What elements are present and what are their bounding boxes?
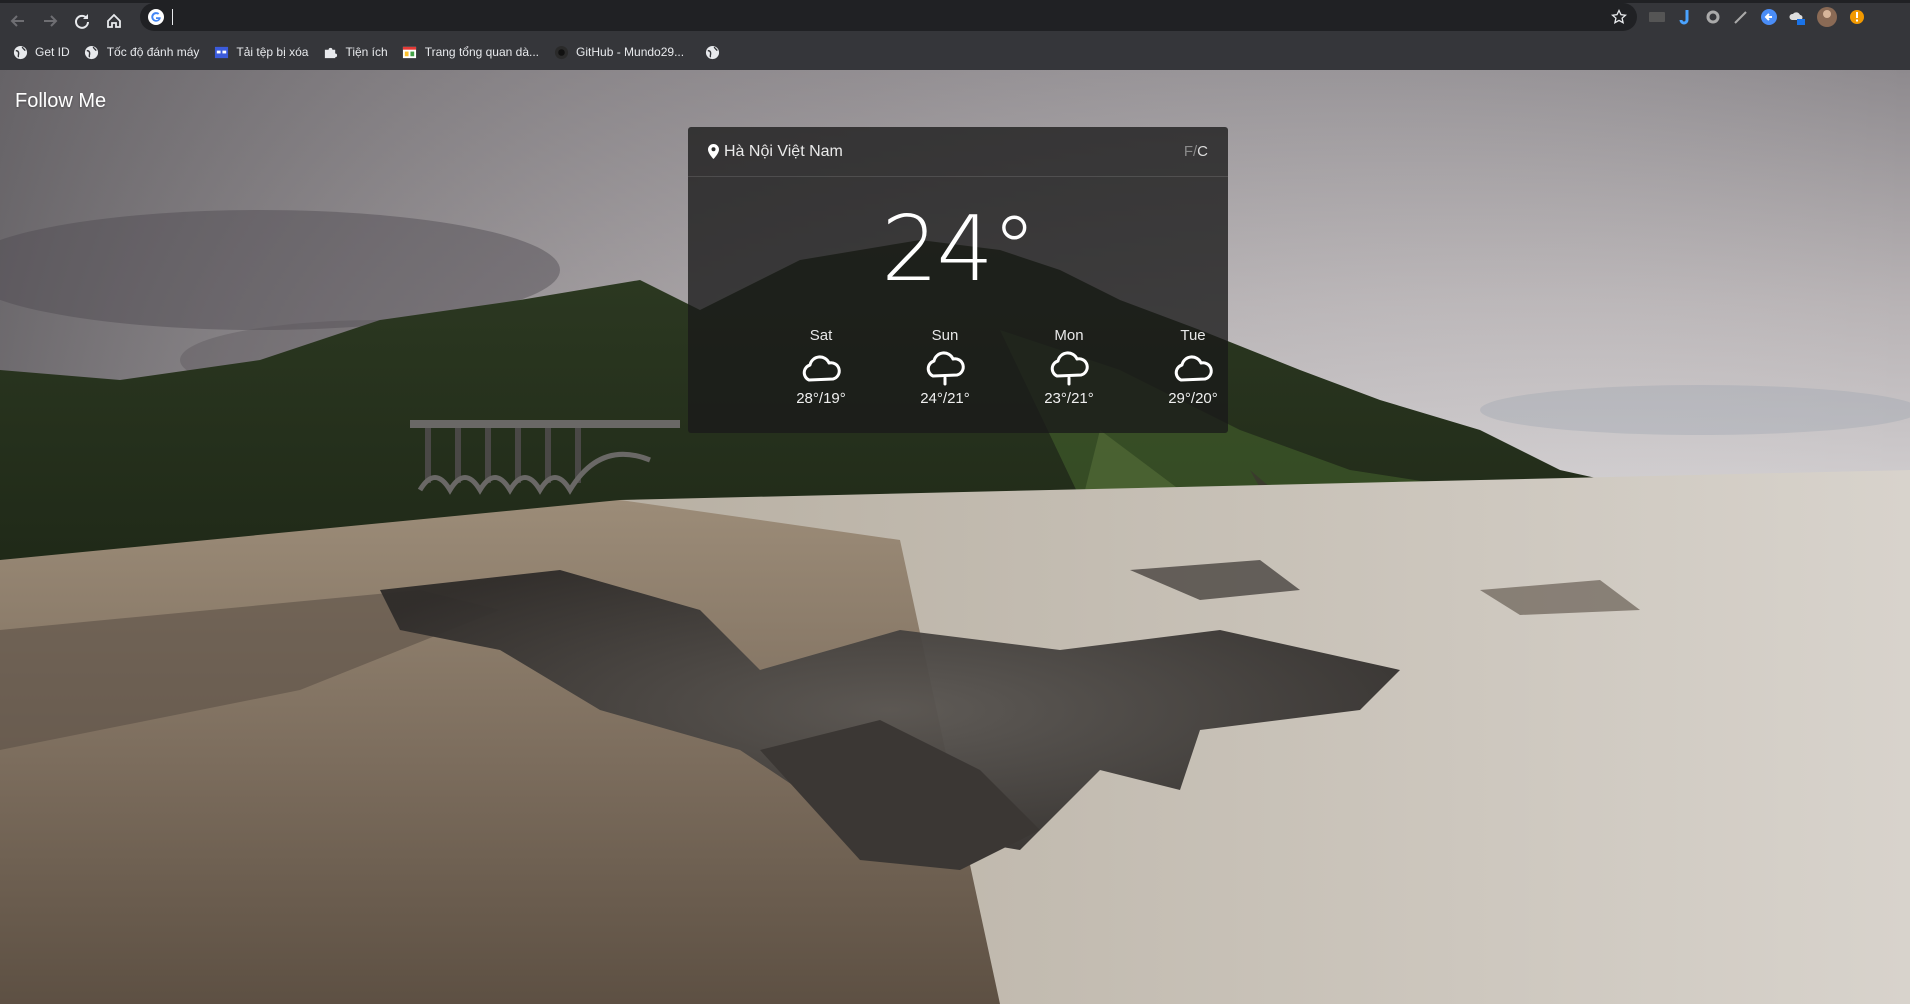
bookmark-trang-tong-quan[interactable]: Trang tổng quan dà... <box>402 44 539 60</box>
unit-toggle[interactable]: F/C <box>1184 143 1208 160</box>
rain-cloud-icon <box>1050 351 1089 386</box>
bookmark-get-id[interactable]: Get ID <box>12 44 70 60</box>
arrow-right-icon <box>44 14 58 27</box>
globe-icon <box>84 44 100 60</box>
location-label: Hà Nội Việt Nam <box>724 142 843 160</box>
update-badge-icon[interactable] <box>1848 8 1866 26</box>
unit-f[interactable]: F <box>1184 143 1193 160</box>
forecast-day-name: Sun <box>931 327 959 344</box>
reload-button[interactable] <box>68 7 96 35</box>
browser-chrome: Get ID Tốc độ đánh máy Tải tệp bị xóa Ti… <box>0 0 1910 70</box>
address-bar[interactable] <box>140 3 1637 31</box>
follow-me-link[interactable]: Follow Me <box>15 90 106 113</box>
cloud-extension-icon[interactable] <box>1788 8 1806 26</box>
bookmark-tien-ich[interactable]: Tiện ích <box>322 44 388 60</box>
forecast-temp-range: 28°/19° <box>796 390 846 407</box>
bookmark-toc-do-danh-may[interactable]: Tốc độ đánh máy <box>84 44 199 60</box>
text-cursor <box>172 9 173 25</box>
window-icon <box>213 44 229 60</box>
github-icon <box>553 44 569 60</box>
forward-button[interactable] <box>36 7 64 35</box>
forecast-day: Sat 28°/19° <box>771 327 871 407</box>
j-extension-icon[interactable] <box>1676 8 1694 26</box>
reload-icon <box>75 13 89 29</box>
forecast-day: Mon 23°/21° <box>1019 327 1119 407</box>
map-pin-icon <box>708 144 719 159</box>
srx-extension-icon[interactable] <box>1648 8 1666 26</box>
bookmarks-bar: Get ID Tốc độ đánh máy Tải tệp bị xóa Ti… <box>0 40 1910 64</box>
dashboard-icon <box>402 44 418 60</box>
bookmark-globe[interactable] <box>704 44 727 60</box>
wand-extension-icon[interactable] <box>1732 8 1750 26</box>
cloud-icon <box>802 355 841 382</box>
forecast-day: Sun 24°/21° <box>895 327 995 407</box>
home-icon <box>107 13 121 28</box>
back-button[interactable] <box>4 7 32 35</box>
bookmark-star-icon[interactable] <box>1611 9 1627 25</box>
forecast-day-name: Sat <box>809 327 833 344</box>
forecast-temp-range: 23°/21° <box>1044 390 1094 407</box>
extensions-area <box>1648 7 1866 27</box>
forecast-temp-range: 24°/21° <box>920 390 970 407</box>
cloud-icon <box>1174 355 1213 382</box>
arrow-extension-icon[interactable] <box>1760 8 1778 26</box>
globe-icon <box>12 44 28 60</box>
forecast-list: Sat 28°/19° Sun 24°/21° Mon 23°/21° Tue … <box>688 327 1228 427</box>
forecast-temp-range: 29°/20° <box>1168 390 1218 407</box>
bookmark-tai-tep-bi-xoa[interactable]: Tải tệp bị xóa <box>213 44 308 60</box>
forecast-day: Tue 29°/20° <box>1143 327 1243 407</box>
weather-widget: Hà Nội Việt Nam F/C 24° Sat 28°/19° Sun … <box>688 127 1228 433</box>
globe-icon <box>704 44 720 60</box>
arrow-left-icon <box>10 14 24 27</box>
rain-cloud-icon <box>926 351 965 386</box>
profile-avatar-icon[interactable] <box>1816 7 1838 27</box>
google-icon <box>148 9 164 25</box>
puzzle-icon <box>322 44 338 60</box>
bookmark-github[interactable]: GitHub - Mundo29... <box>553 44 684 60</box>
forecast-day-name: Tue <box>1180 327 1206 344</box>
home-button[interactable] <box>100 7 128 35</box>
unit-c[interactable]: C <box>1197 143 1208 160</box>
gear-extension-icon[interactable] <box>1704 8 1722 26</box>
forecast-day-name: Mon <box>1054 327 1084 344</box>
weather-header: Hà Nội Việt Nam F/C <box>688 127 1228 177</box>
weather-location[interactable]: Hà Nội Việt Nam <box>708 143 843 161</box>
current-temperature: 24° <box>881 197 1037 302</box>
